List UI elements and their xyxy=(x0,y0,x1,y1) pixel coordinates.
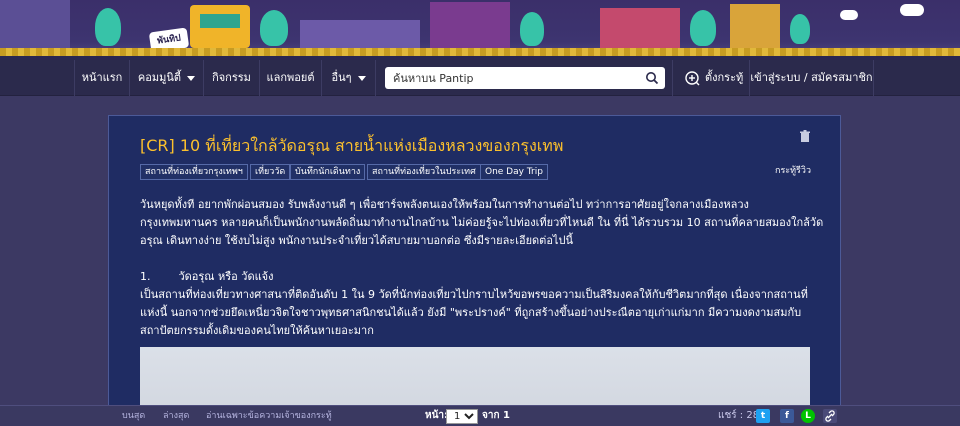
body-line: กรุงเทพมหานคร หลายคนก็เป็นพนักงานพลัดถิ่… xyxy=(140,216,824,229)
tag-item[interactable]: One Day Trip xyxy=(480,164,548,180)
bottom-toolbar: บนสุด ล่างสุด อ่านเฉพาะข้อความเจ้าของกระ… xyxy=(0,405,960,426)
search-input[interactable] xyxy=(385,67,635,89)
banner-bookshelf xyxy=(730,4,780,48)
banner-mascot xyxy=(790,14,810,44)
banner-cloud xyxy=(900,4,924,16)
page-total: จาก 1 xyxy=(482,410,510,421)
banner-mascot xyxy=(520,12,544,46)
create-topic-button[interactable]: ตั้งกระทู้ xyxy=(672,60,750,96)
chevron-down-icon xyxy=(357,75,366,81)
trash-icon[interactable] xyxy=(799,130,811,143)
nav-more[interactable]: อื่นๆ xyxy=(322,60,376,96)
chevron-down-icon xyxy=(187,75,196,81)
link-icon xyxy=(825,410,835,422)
post-title: [CR] 10 ที่เที่ยวใกล้วัดอรุณ สายน้ำแห่งเ… xyxy=(140,136,564,155)
tag-item[interactable]: บันทึกนักเดินทาง xyxy=(290,164,366,180)
banner-building xyxy=(430,2,510,48)
tag-item[interactable]: สถานที่ท่องเที่ยวในประเทศ xyxy=(367,164,481,180)
link-share-icon[interactable] xyxy=(823,409,837,423)
post-type-label: กระทู้รีวิว xyxy=(775,166,811,176)
twitter-share-icon[interactable]: t xyxy=(756,409,770,423)
nav-community[interactable]: คอมมูนิตี้ xyxy=(130,60,204,96)
nav-redeem-points[interactable]: แลกพอยต์ xyxy=(260,60,322,96)
post-card: [CR] 10 ที่เที่ยวใกล้วัดอรุณ สายน้ำแห่งเ… xyxy=(108,115,841,407)
page-label: หน้า: xyxy=(425,410,449,421)
nav-activities[interactable]: กิจกรรม xyxy=(204,60,260,96)
banner-building xyxy=(0,0,70,48)
post-image xyxy=(140,347,810,407)
line-share-icon[interactable]: L xyxy=(801,409,815,423)
section-heading: 1. วัดอรุณ หรือ วัดแจ้ง xyxy=(140,270,274,283)
banner-ground xyxy=(0,48,960,56)
facebook-share-icon[interactable]: f xyxy=(780,409,794,423)
search-box xyxy=(385,67,665,89)
banner-mascot xyxy=(95,8,121,46)
banner-building xyxy=(300,20,420,48)
nav-home[interactable]: หน้าแรก xyxy=(74,60,130,96)
banner-mascot xyxy=(260,10,288,46)
tag-item[interactable]: สถานที่ท่องเที่ยวกรุงเทพฯ xyxy=(140,164,248,180)
page-select[interactable]: 1 xyxy=(446,409,478,424)
search-icon[interactable] xyxy=(645,71,659,85)
body-line: เป็นสถานที่ท่องเที่ยวทางศาสนาที่ติดอันดั… xyxy=(140,288,808,301)
body-line: อรุณ เดินทางง่าย ใช้งบไม่สูง พนักงานประจ… xyxy=(140,234,573,247)
scroll-top-link[interactable]: บนสุด xyxy=(122,406,145,426)
create-topic-label: ตั้งกระทู้ xyxy=(705,71,744,84)
banner-building xyxy=(600,8,680,48)
body-line: วันหยุดทั้งที อยากพักผ่อนสมอง รับพลังงาน… xyxy=(140,198,749,211)
body-line: สถาปัตยกรรมดั้งเดิมของคนไทยให้ค้นหาเยอะม… xyxy=(140,324,374,337)
plus-circle-icon xyxy=(685,71,700,86)
banner-cloud xyxy=(840,10,858,20)
scroll-bottom-link[interactable]: ล่างสุด xyxy=(163,406,189,426)
owner-only-link[interactable]: อ่านเฉพาะข้อความเจ้าของกระทู้ xyxy=(206,406,332,426)
banner-mascot xyxy=(690,10,716,46)
header-banner: พันทิป xyxy=(0,0,960,60)
share-count: แชร์ : 28 xyxy=(718,410,760,421)
login-register-link[interactable]: เข้าสู่ระบบ / สมัครสมาชิก xyxy=(750,60,874,96)
body-line: แห่งนี้ นอกจากช่วยยึดเหนี่ยวจิตใจชาวพุทธ… xyxy=(140,306,802,319)
tag-item[interactable]: เที่ยววัด xyxy=(250,164,291,180)
banner-tram-window xyxy=(200,14,240,28)
